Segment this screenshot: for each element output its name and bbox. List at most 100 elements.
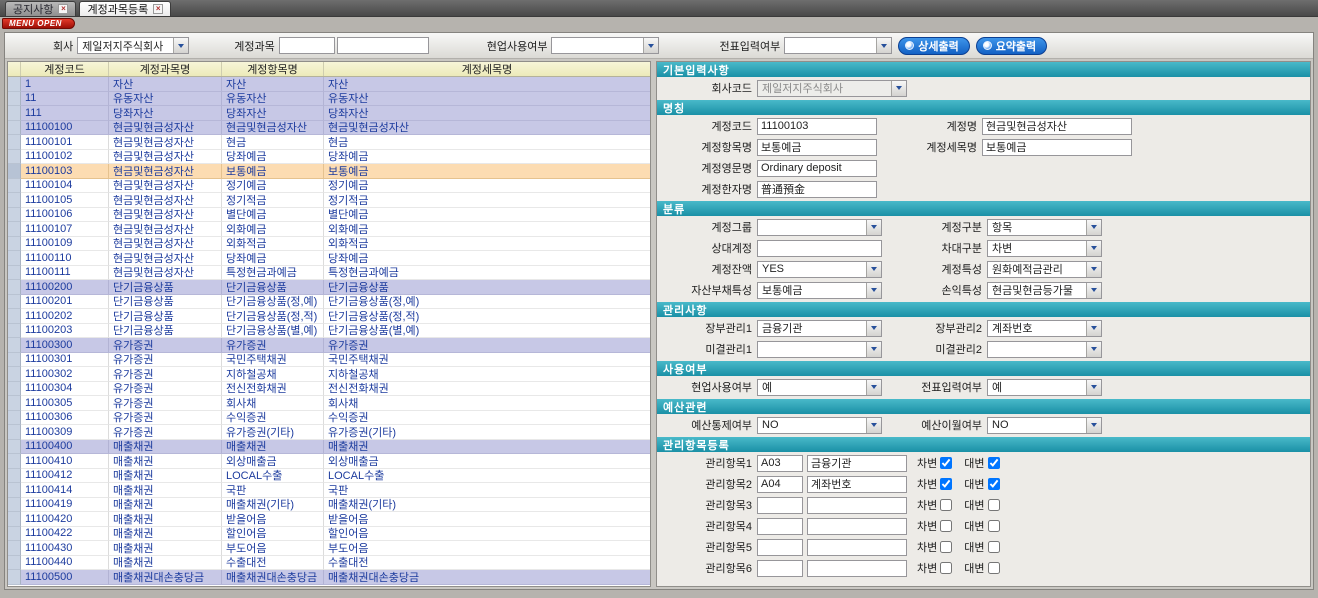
table-row[interactable]: 11100109 현금및현금성자산 외화적금 외화적금 bbox=[8, 237, 650, 252]
mgmt-item-code-input[interactable] bbox=[757, 497, 803, 514]
debit-checkbox[interactable] bbox=[940, 520, 952, 532]
menu-open-button[interactable]: MENU OPEN bbox=[2, 18, 75, 29]
account-name-input[interactable] bbox=[337, 37, 429, 54]
use1-select[interactable]: 예 bbox=[757, 379, 882, 396]
summary-print-button[interactable]: 요약출력 bbox=[976, 37, 1047, 55]
row-selector[interactable] bbox=[8, 425, 21, 440]
mgmt-item-code-input[interactable] bbox=[757, 518, 803, 535]
row-selector[interactable] bbox=[8, 469, 21, 484]
table-row[interactable]: 11100305 유가증권 회사채 회사채 bbox=[8, 396, 650, 411]
table-row[interactable]: 11100201 단기금융상품 단기금융상품(정,예) 단기금융상품(정,예) bbox=[8, 295, 650, 310]
chevron-down-icon[interactable] bbox=[1086, 380, 1101, 395]
row-selector[interactable] bbox=[8, 77, 21, 92]
row-selector[interactable] bbox=[8, 295, 21, 310]
table-row[interactable]: 11100102 현금및현금성자산 당좌예금 당좌예금 bbox=[8, 150, 650, 165]
row-selector[interactable] bbox=[8, 222, 21, 237]
acct-hanja-input[interactable] bbox=[757, 181, 877, 198]
mgmt-item-name-input[interactable] bbox=[807, 539, 907, 556]
debit-checkbox[interactable] bbox=[940, 478, 952, 490]
row-selector[interactable] bbox=[8, 382, 21, 397]
table-row[interactable]: 11100106 현금및현금성자산 별단예금 별단예금 bbox=[8, 208, 650, 223]
table-row[interactable]: 11100414 매출채권 국판 국판 bbox=[8, 483, 650, 498]
table-row[interactable]: 11100422 매출채권 할인어음 할인어음 bbox=[8, 527, 650, 542]
chevron-down-icon[interactable] bbox=[1086, 321, 1101, 336]
budget2-select[interactable]: NO bbox=[987, 417, 1102, 434]
debit-checkbox[interactable] bbox=[940, 457, 952, 469]
chevron-down-icon[interactable] bbox=[1086, 342, 1101, 357]
mgmt-item-name-input[interactable] bbox=[807, 497, 907, 514]
table-row[interactable]: 111 당좌자산 당좌자산 당좌자산 bbox=[8, 106, 650, 121]
debit-checkbox[interactable] bbox=[940, 562, 952, 574]
row-selector[interactable] bbox=[8, 338, 21, 353]
table-row[interactable]: 11100104 현금및현금성자산 정기예금 정기예금 bbox=[8, 179, 650, 194]
table-row[interactable]: 11100430 매출채권 부도어음 부도어음 bbox=[8, 541, 650, 556]
table-row[interactable]: 1 자산 자산 자산 bbox=[8, 77, 650, 92]
row-selector[interactable] bbox=[8, 266, 21, 281]
ledger1-select[interactable]: 금융기관 bbox=[757, 320, 882, 337]
row-selector[interactable] bbox=[8, 193, 21, 208]
chevron-down-icon[interactable] bbox=[866, 220, 881, 235]
table-row[interactable]: 11100203 단기금융상품 단기금융상품(별,예) 단기금융상품(별,예) bbox=[8, 324, 650, 339]
company-select[interactable]: 제일저지주식회사 bbox=[77, 37, 189, 54]
chevron-down-icon[interactable] bbox=[1086, 220, 1101, 235]
table-row[interactable]: 11100306 유가증권 수익증권 수익증권 bbox=[8, 411, 650, 426]
row-selector[interactable] bbox=[8, 106, 21, 121]
row-selector[interactable] bbox=[8, 498, 21, 513]
table-row[interactable]: 11100300 유가증권 유가증권 유가증권 bbox=[8, 338, 650, 353]
chevron-down-icon[interactable] bbox=[1086, 283, 1101, 298]
mgmt-item-code-input[interactable] bbox=[757, 560, 803, 577]
credit-checkbox[interactable] bbox=[988, 499, 1000, 511]
close-icon[interactable]: × bbox=[153, 4, 163, 14]
row-selector[interactable] bbox=[8, 92, 21, 107]
slip-input-select[interactable] bbox=[784, 37, 892, 54]
row-selector[interactable] bbox=[8, 483, 21, 498]
mgmt-item-name-input[interactable] bbox=[807, 518, 907, 535]
pl-trait-select[interactable]: 현금및현금등가물 bbox=[987, 282, 1102, 299]
contra-input[interactable] bbox=[757, 240, 882, 257]
group-select[interactable] bbox=[757, 219, 882, 236]
tab-notice[interactable]: 공지사항 × bbox=[5, 1, 76, 16]
credit-checkbox[interactable] bbox=[988, 541, 1000, 553]
table-row[interactable]: 11 유동자산 유동자산 유동자산 bbox=[8, 92, 650, 107]
row-selector[interactable] bbox=[8, 164, 21, 179]
row-selector[interactable] bbox=[8, 454, 21, 469]
table-row[interactable]: 11100101 현금및현금성자산 현금 현금 bbox=[8, 135, 650, 150]
ledger2-select[interactable]: 계좌번호 bbox=[987, 320, 1102, 337]
row-selector[interactable] bbox=[8, 556, 21, 571]
row-selector[interactable] bbox=[8, 570, 21, 585]
row-selector[interactable] bbox=[8, 527, 21, 542]
table-row[interactable]: 11100419 매출채권 매출채권(기타) 매출채권(기타) bbox=[8, 498, 650, 513]
chevron-down-icon[interactable] bbox=[866, 418, 881, 433]
table-row[interactable]: 11100111 현금및현금성자산 특정현금과예금 특정현금과예금 bbox=[8, 266, 650, 281]
row-selector[interactable] bbox=[8, 440, 21, 455]
table-row[interactable]: 11100400 매출채권 매출채권 매출채권 bbox=[8, 440, 650, 455]
row-selector[interactable] bbox=[8, 135, 21, 150]
row-selector[interactable] bbox=[8, 179, 21, 194]
open2-select[interactable] bbox=[987, 341, 1102, 358]
table-row[interactable]: 11100412 매출채권 LOCAL수출 LOCAL수출 bbox=[8, 469, 650, 484]
chevron-down-icon[interactable] bbox=[1086, 262, 1101, 277]
trait-select[interactable]: 원화예적금관리 bbox=[987, 261, 1102, 278]
open1-select[interactable] bbox=[757, 341, 882, 358]
row-selector[interactable] bbox=[8, 324, 21, 339]
field-use-select[interactable] bbox=[551, 37, 659, 54]
table-row[interactable]: 11100440 매출채권 수출대전 수출대전 bbox=[8, 556, 650, 571]
credit-checkbox[interactable] bbox=[988, 520, 1000, 532]
table-row[interactable]: 11100103 현금및현금성자산 보통예금 보통예금 bbox=[8, 164, 650, 179]
chevron-down-icon[interactable] bbox=[866, 380, 881, 395]
row-selector[interactable] bbox=[8, 251, 21, 266]
balance-select[interactable]: YES bbox=[757, 261, 882, 278]
table-row[interactable]: 11100410 매출채권 외상매출금 외상매출금 bbox=[8, 454, 650, 469]
acct-code-input[interactable] bbox=[757, 118, 877, 135]
tab-account-registration[interactable]: 계정과목등록 × bbox=[79, 1, 171, 16]
table-row[interactable]: 11100304 유가증권 전신전화채권 전신전화채권 bbox=[8, 382, 650, 397]
mgmt-item-code-input[interactable] bbox=[757, 539, 803, 556]
row-selector[interactable] bbox=[8, 367, 21, 382]
row-selector[interactable] bbox=[8, 121, 21, 136]
row-selector[interactable] bbox=[8, 512, 21, 527]
credit-checkbox[interactable] bbox=[988, 478, 1000, 490]
row-selector[interactable] bbox=[8, 208, 21, 223]
table-row[interactable]: 11100302 유가증권 지하철공채 지하철공채 bbox=[8, 367, 650, 382]
table-row[interactable]: 11100110 현금및현금성자산 당좌예금 당좌예금 bbox=[8, 251, 650, 266]
table-row[interactable]: 11100105 현금및현금성자산 정기적금 정기적금 bbox=[8, 193, 650, 208]
